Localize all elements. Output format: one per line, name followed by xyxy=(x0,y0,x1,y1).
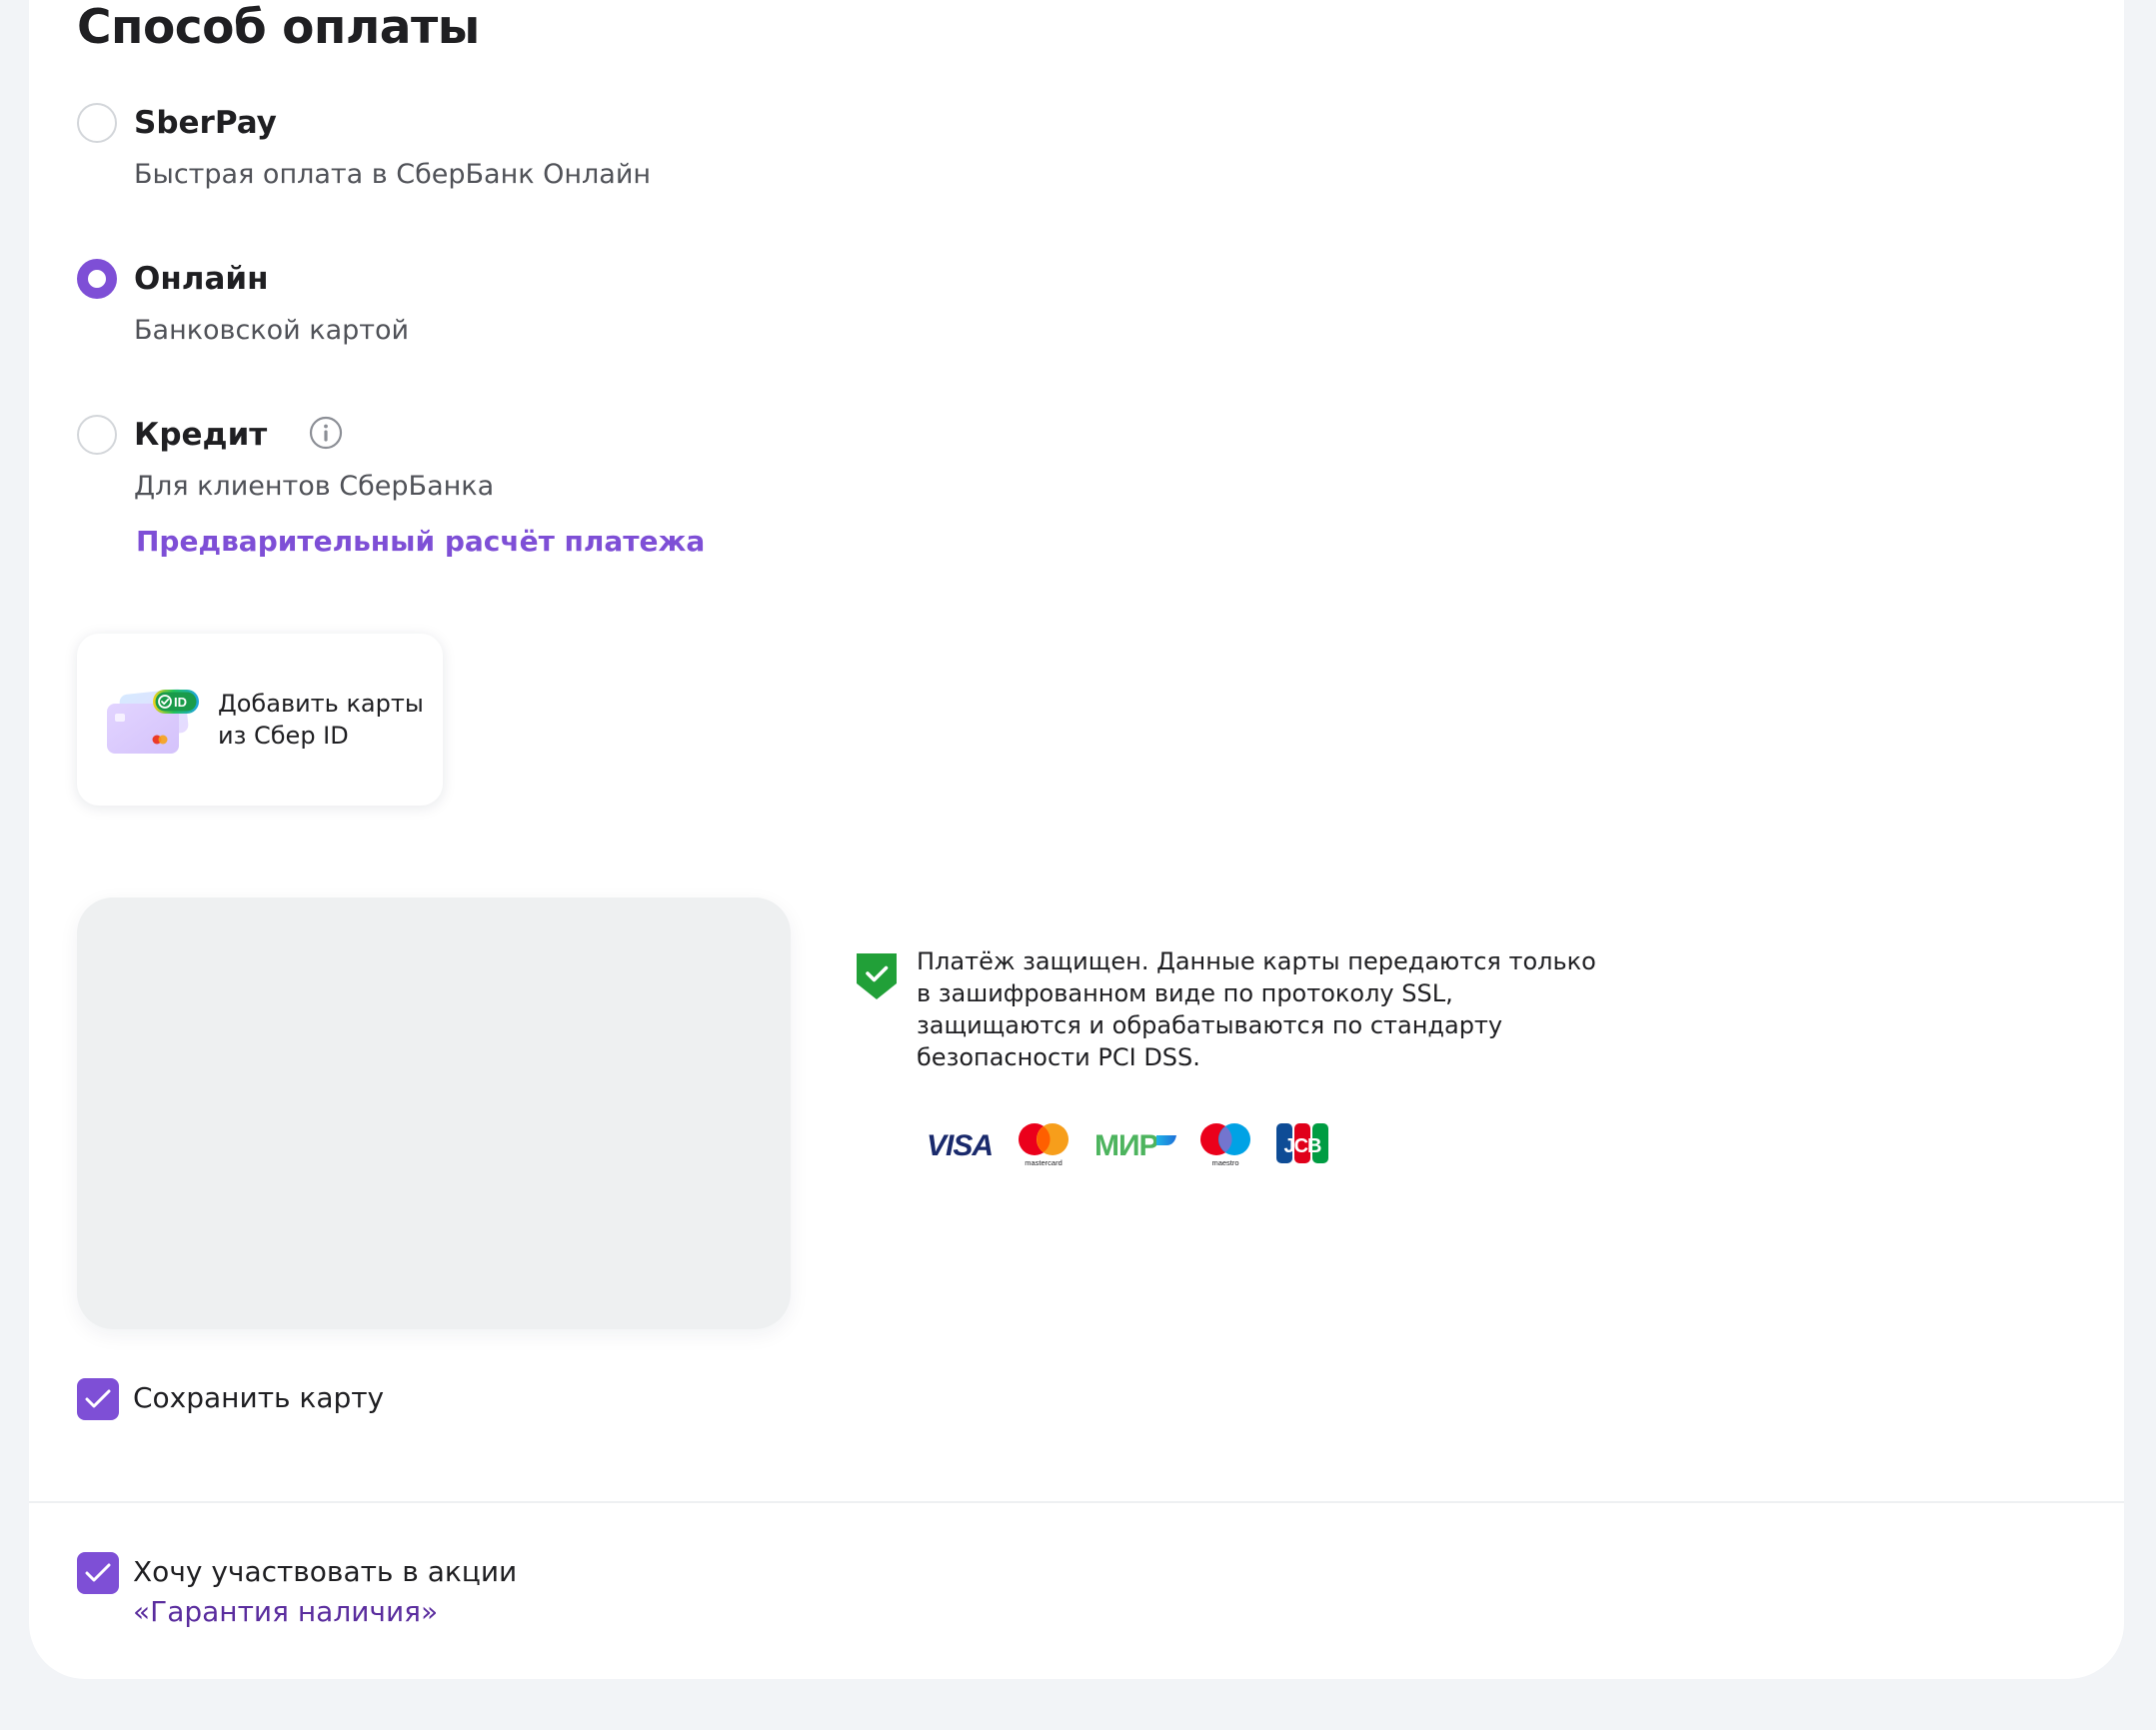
security-text: Платёж защищен. Данные карты передаются … xyxy=(917,947,1596,1071)
info-icon[interactable] xyxy=(309,416,343,450)
option-label-sberpay: SberPay xyxy=(134,105,277,141)
payment-calculation-link[interactable]: Предварительный расчёт платежа xyxy=(136,523,705,561)
sber-id-badge: ID xyxy=(174,695,187,710)
option-subtitle-online: Банковской картой xyxy=(134,315,410,346)
promo-label[interactable]: Хочу участвовать в акции xyxy=(133,1553,517,1591)
svg-text:maestro: maestro xyxy=(1211,1158,1238,1167)
option-subtitle-credit: Для клиентов СберБанка xyxy=(134,471,495,502)
section-divider xyxy=(29,1501,2124,1503)
svg-text:VISA: VISA xyxy=(927,1129,993,1162)
sber-id-line1: Добавить карты xyxy=(218,690,424,718)
sber-id-line2: из Сбер ID xyxy=(218,722,349,750)
mastercard-logo-icon: mastercard xyxy=(1019,1123,1069,1167)
promo-availability-guarantee-link[interactable]: «Гарантия наличия» xyxy=(133,1593,438,1631)
promo-checkbox[interactable] xyxy=(77,1552,119,1594)
svg-text:mastercard: mastercard xyxy=(1025,1158,1063,1167)
save-card-label[interactable]: Сохранить карту xyxy=(133,1379,384,1417)
checkmark-icon xyxy=(85,1563,111,1582)
payment-method-card: Способ оплаты SberPay Быстрая оплата в С… xyxy=(29,0,2124,1679)
svg-text:МИР: МИР xyxy=(1094,1129,1158,1162)
card-input-form[interactable] xyxy=(77,897,791,1329)
option-label-credit: Кредит xyxy=(134,417,268,453)
section-title: Способ оплаты xyxy=(77,0,480,55)
sber-id-label: Добавить карты из Сбер ID xyxy=(218,688,428,752)
maestro-logo-icon: maestro xyxy=(1200,1123,1250,1167)
radio-sberpay[interactable] xyxy=(77,103,117,143)
save-card-checkbox[interactable] xyxy=(77,1378,119,1420)
add-cards-sber-id-button[interactable]: ID Добавить карты из Сбер ID xyxy=(77,634,443,806)
shield-check-icon xyxy=(857,953,897,999)
sber-id-cards-icon: ID xyxy=(107,689,199,754)
radio-credit[interactable] xyxy=(77,415,117,455)
checkmark-icon xyxy=(85,1389,111,1408)
svg-text:JCB: JCB xyxy=(1283,1135,1321,1157)
radio-online[interactable] xyxy=(77,259,117,299)
payment-systems: VISA mastercard МИР maestro JCB xyxy=(925,1119,1330,1169)
jcb-logo-icon: JCB xyxy=(1276,1123,1328,1163)
mir-logo-icon: МИР xyxy=(1094,1129,1176,1162)
visa-logo-icon: VISA xyxy=(927,1129,994,1162)
option-label-online: Онлайн xyxy=(134,261,269,297)
option-subtitle-sberpay: Быстрая оплата в СберБанк Онлайн xyxy=(134,159,652,190)
